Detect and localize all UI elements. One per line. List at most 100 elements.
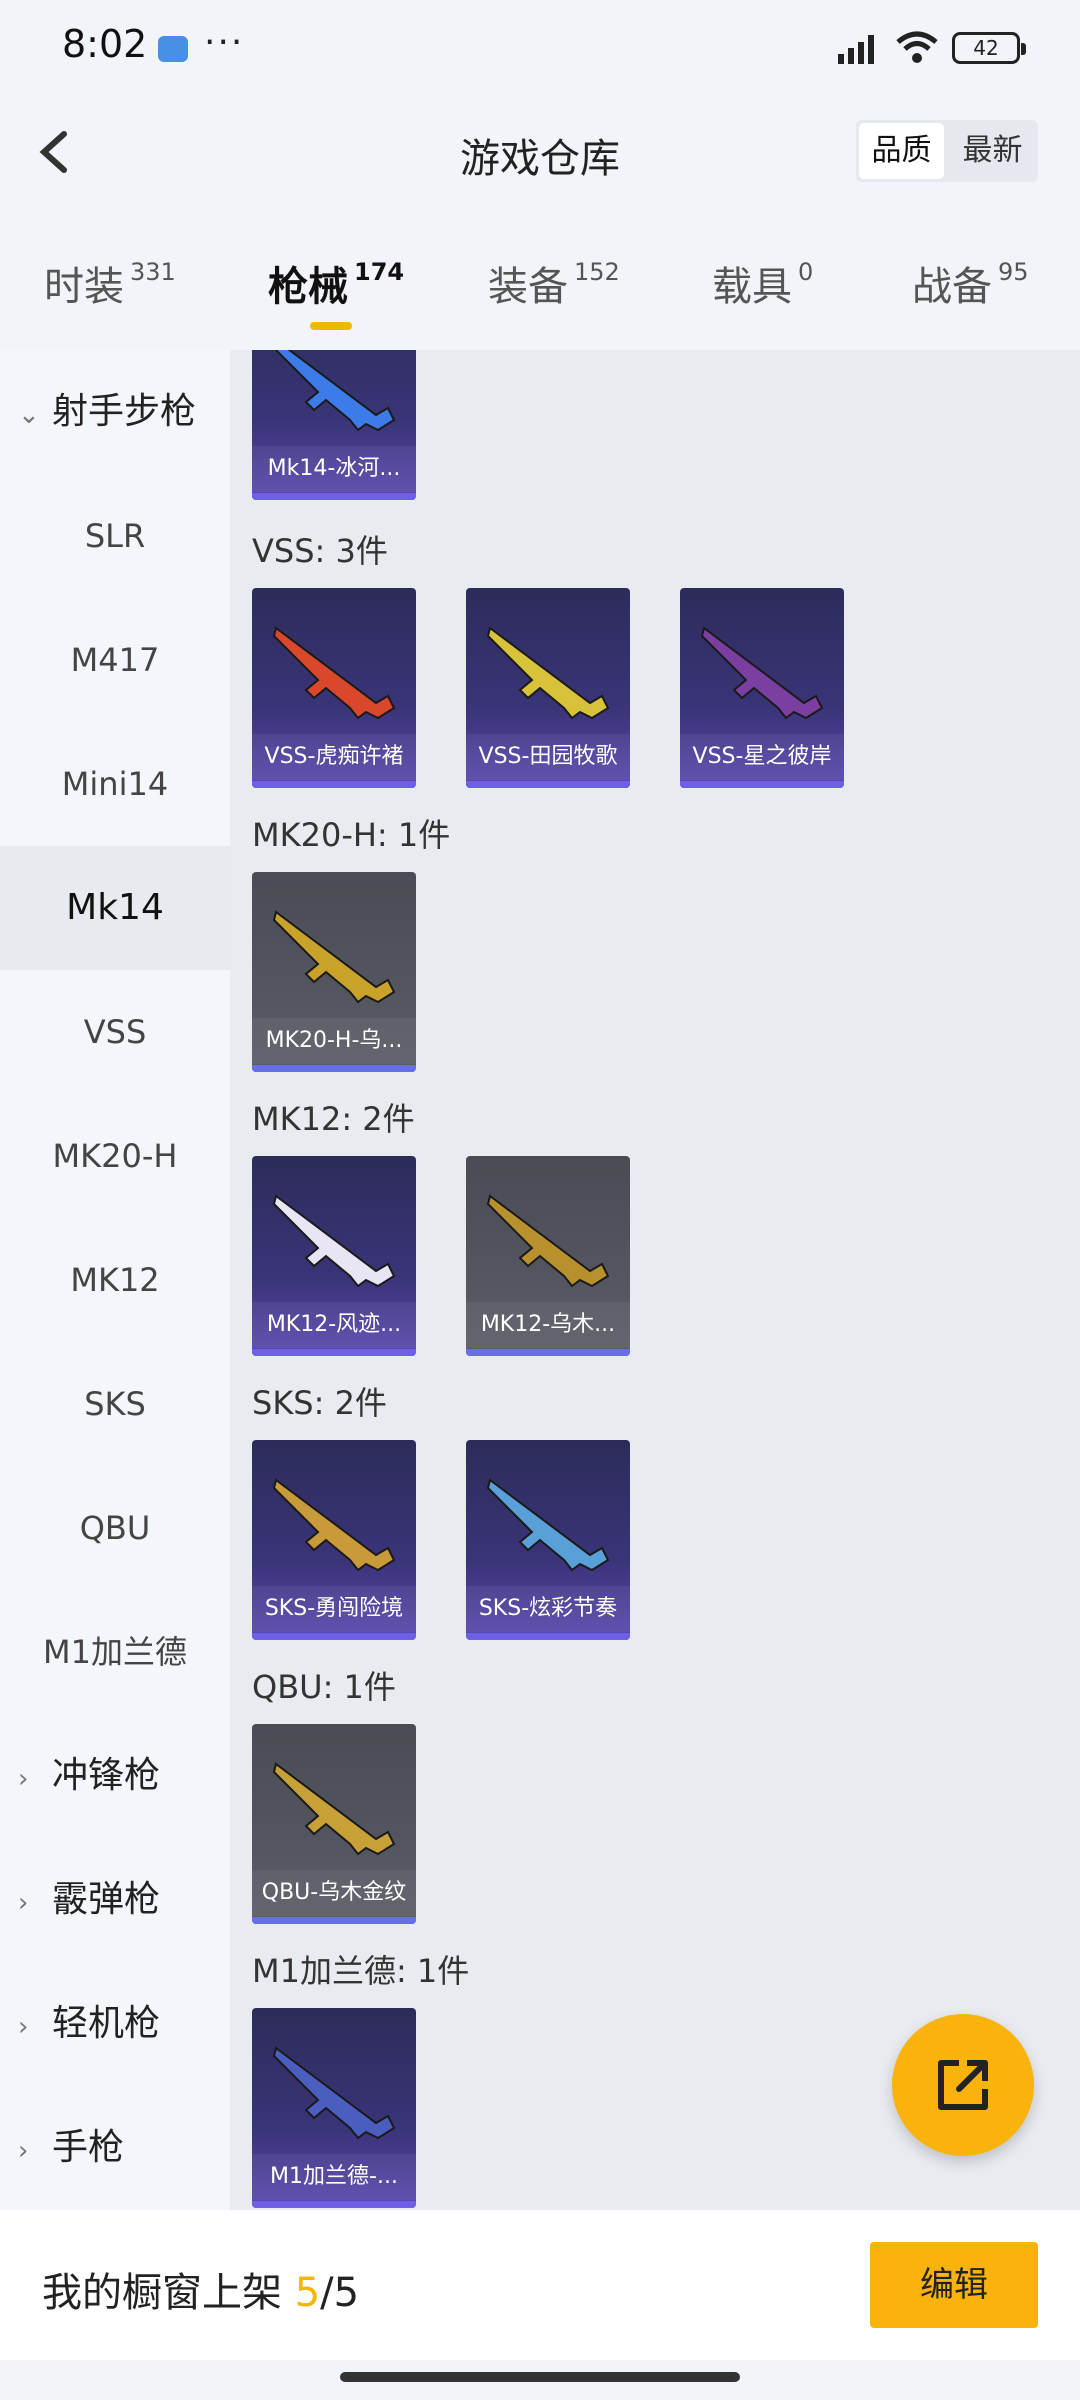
tab-guns[interactable]: 枪械 174 <box>268 254 404 330</box>
tab-active-indicator <box>310 322 352 330</box>
rarity-bar <box>680 781 844 788</box>
tab-fashion[interactable]: 时装 331 <box>44 254 176 312</box>
weapon-name: VSS-虎痴许褚 <box>252 734 416 780</box>
sidebar-item-mk12[interactable]: MK12 <box>0 1218 230 1342</box>
weapon-card[interactable]: M1加兰德-... <box>252 2008 416 2208</box>
tab-label: 装备 <box>488 264 568 310</box>
tab-supplies[interactable]: 战备 95 <box>912 254 1029 312</box>
sort-quality-button[interactable]: 品质 <box>859 123 944 179</box>
weapon-name: VSS-田园牧歌 <box>466 734 630 780</box>
weapon-type-sidebar: ⌄ 射手步枪 SLR M417 Mini14 Mk14 VSS MK20-H MK… <box>0 350 230 2210</box>
home-indicator[interactable] <box>340 2372 740 2382</box>
signal-icon <box>838 35 874 64</box>
app-notification-icon <box>158 36 188 62</box>
showcase-total: /5 <box>320 2270 360 2316</box>
weapon-card[interactable]: SKS-勇闯险境 <box>252 1440 416 1640</box>
tab-label: 枪械 <box>268 264 348 310</box>
status-bar: 8:02 ··· 42 <box>0 0 1080 96</box>
rarity-bar <box>252 1917 416 1924</box>
weapon-name: MK12-风迹... <box>252 1302 416 1348</box>
showcase-label: 我的橱窗上架 <box>42 2270 295 2316</box>
rarity-bar <box>252 1065 416 1072</box>
sidebar-item-mini14[interactable]: Mini14 <box>0 722 230 846</box>
tab-label: 载具 <box>712 264 792 310</box>
sidebar-item-slr[interactable]: SLR <box>0 474 230 598</box>
sort-newest-button[interactable]: 最新 <box>950 123 1035 179</box>
share-fab-button[interactable] <box>892 2014 1034 2156</box>
weapon-name: VSS-星之彼岸 <box>680 734 844 780</box>
weapon-skin-image <box>272 626 396 720</box>
weapon-skin-image <box>486 1478 610 1572</box>
header: 游戏仓库 品质 最新 <box>0 96 1080 208</box>
chevron-right-icon: › <box>18 2012 29 2042</box>
wifi-icon <box>896 31 938 63</box>
sidebar-category-marksman[interactable]: ⌄ 射手步枪 <box>18 350 230 474</box>
sidebar-item-mk20h[interactable]: MK20-H <box>0 1094 230 1218</box>
tab-count: 0 <box>798 258 814 286</box>
tab-equipment[interactable]: 装备 152 <box>488 254 620 312</box>
weapon-card[interactable]: VSS-星之彼岸 <box>680 588 844 788</box>
weapon-list[interactable]: Mk14-冰河... VSS: 3件 VSS-虎痴许褚 VSS-田园牧歌 VSS… <box>230 350 1080 2210</box>
sidebar-category-lmg[interactable]: › 轻机枪 <box>18 1962 230 2086</box>
weapon-card[interactable]: MK12-风迹... <box>252 1156 416 1356</box>
sidebar-category-label: 霰弹枪 <box>52 1879 161 1920</box>
group-title: VSS: 3件 <box>252 532 388 570</box>
group-title: SKS: 2件 <box>252 1384 387 1422</box>
rarity-bar <box>252 781 416 788</box>
group-title: MK20-H: 1件 <box>252 816 451 854</box>
weapon-name: SKS-勇闯险境 <box>252 1586 416 1632</box>
weapon-name: SKS-炫彩节奏 <box>466 1586 630 1632</box>
external-link-icon <box>938 2060 988 2110</box>
weapon-name: Mk14-冰河... <box>252 446 416 492</box>
rarity-bar <box>466 1633 630 1640</box>
weapon-skin-image <box>486 1194 610 1288</box>
sidebar-item-m417[interactable]: M417 <box>0 598 230 722</box>
weapon-skin-image <box>272 910 396 1004</box>
showcase-status: 我的橱窗上架 5/5 <box>42 2260 359 2318</box>
tab-count: 331 <box>130 258 176 286</box>
rarity-bar <box>252 493 416 500</box>
chevron-right-icon: › <box>18 2136 29 2166</box>
sidebar-item-vss[interactable]: VSS <box>0 970 230 1094</box>
group-title: M1加兰德: 1件 <box>252 1952 470 1990</box>
rarity-bar <box>466 781 630 788</box>
weapon-card[interactable]: QBU-乌木金纹 <box>252 1724 416 1924</box>
weapon-card[interactable]: VSS-虎痴许褚 <box>252 588 416 788</box>
weapon-card[interactable]: SKS-炫彩节奏 <box>466 1440 630 1640</box>
chevron-down-icon: ⌄ <box>18 400 40 430</box>
weapon-skin-image <box>272 2046 396 2140</box>
tab-vehicles[interactable]: 载具 0 <box>712 254 813 312</box>
sidebar-category-label: 射手步枪 <box>52 391 197 432</box>
edit-button[interactable]: 编辑 <box>870 2242 1038 2328</box>
showcase-bar: 我的橱窗上架 5/5 编辑 <box>0 2210 1080 2360</box>
clock: 8:02 <box>62 22 148 66</box>
rarity-bar <box>252 1349 416 1356</box>
weapon-skin-image <box>272 1478 396 1572</box>
weapon-card[interactable]: Mk14-冰河... <box>252 350 416 500</box>
sidebar-category-label: 手枪 <box>52 2127 125 2168</box>
group-title: QBU: 1件 <box>252 1668 396 1706</box>
weapon-skin-image <box>274 350 396 432</box>
sidebar-item-mk14[interactable]: Mk14 <box>0 846 230 970</box>
showcase-shelved-count: 5 <box>294 2270 321 2316</box>
tab-label: 战备 <box>912 264 992 310</box>
rarity-bar <box>466 1349 630 1356</box>
weapon-card[interactable]: VSS-田园牧歌 <box>466 588 630 788</box>
weapon-skin-image <box>272 1194 396 1288</box>
sort-toggle: 品质 最新 <box>856 120 1038 182</box>
sidebar-item-qbu[interactable]: QBU <box>0 1466 230 1590</box>
weapon-name: MK20-H-乌... <box>252 1018 416 1064</box>
chevron-right-icon: › <box>18 1888 29 1918</box>
rarity-bar <box>252 2201 416 2208</box>
weapon-skin-image <box>700 626 824 720</box>
sidebar-item-m1-garand[interactable]: M1加兰德 <box>0 1590 230 1714</box>
category-tabs: 时装 331 枪械 174 装备 152 载具 0 战备 95 <box>0 230 1080 340</box>
sidebar-item-sks[interactable]: SKS <box>0 1342 230 1466</box>
sidebar-category-shotgun[interactable]: › 霰弹枪 <box>18 1838 230 1962</box>
weapon-card[interactable]: MK20-H-乌... <box>252 872 416 1072</box>
sidebar-category-pistol[interactable]: › 手枪 <box>18 2086 230 2210</box>
sidebar-category-smg[interactable]: › 冲锋枪 <box>18 1714 230 1838</box>
weapon-card[interactable]: MK12-乌木... <box>466 1156 630 1356</box>
group-title: MK12: 2件 <box>252 1100 415 1138</box>
tab-label: 时装 <box>44 264 124 310</box>
